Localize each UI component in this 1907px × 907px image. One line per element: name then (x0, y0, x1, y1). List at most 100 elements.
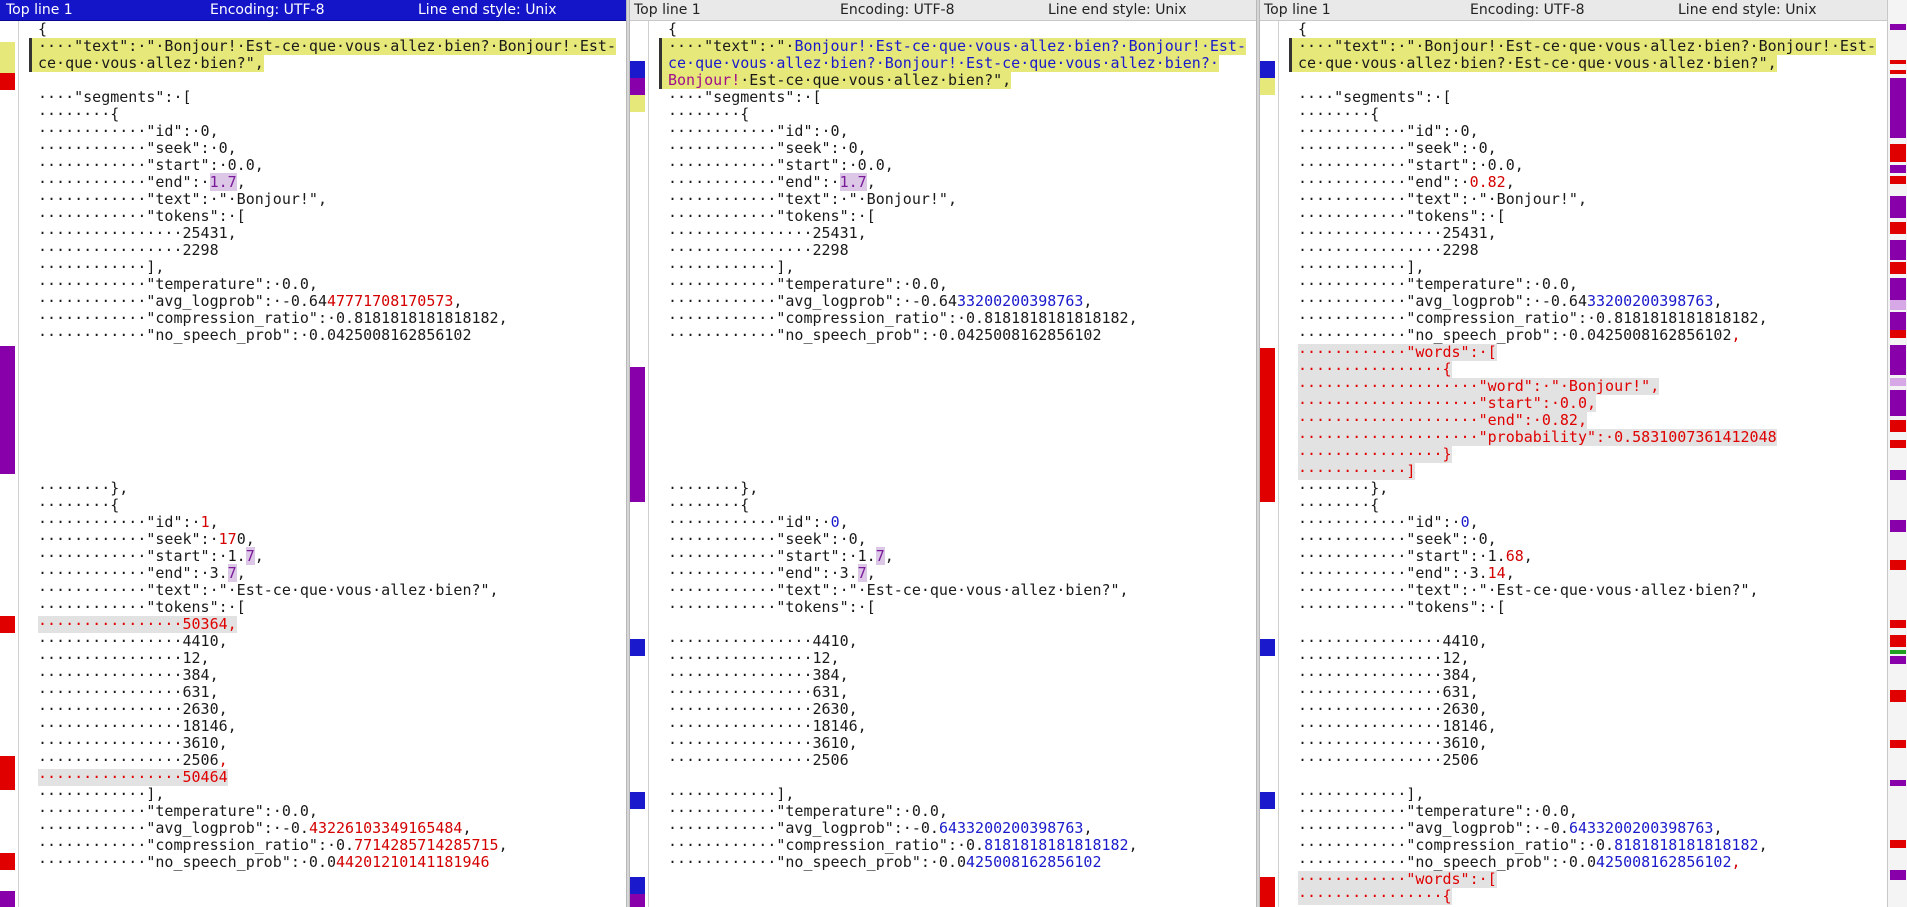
code-line: ················12, (38, 649, 210, 667)
code-line: ················25431, (1298, 224, 1497, 242)
diff-value: 47771708170573 (326, 292, 454, 310)
pane-3-code[interactable]: { ····"text":·"·Bonjour!·Est-ce·que·vous… (1282, 21, 1887, 907)
moved-value: 1.7 (209, 173, 237, 191)
code-line: ················18146, (1298, 717, 1497, 735)
overview-marker (1890, 345, 1906, 375)
pane-1-gutter[interactable] (0, 21, 18, 907)
overview-marker (1890, 520, 1906, 532)
overview-marker (1890, 390, 1906, 416)
code-text: , (236, 564, 246, 582)
code-line: ············"no_speech_prob":·0.04250081… (1298, 327, 1741, 344)
diff-value: 0 (1460, 513, 1470, 531)
code-line: ············"words":·[ (1298, 870, 1497, 888)
code-text: , (1505, 564, 1515, 582)
code-line: ················3610, (668, 734, 858, 752)
overview-marker (1890, 420, 1906, 432)
gutter-changed-marker (0, 42, 15, 76)
code-line: ············], (668, 785, 795, 803)
code-line: ················384, (1298, 666, 1479, 684)
code-line: ············"start":·1.68, (1298, 548, 1533, 565)
code-line: ············], (1298, 258, 1425, 276)
overview-marker (1890, 656, 1906, 664)
location-overview-bar[interactable] (1887, 0, 1907, 907)
line-end-indicator: Line end style: Unix (418, 2, 557, 18)
code-line: ············"id":·0, (1298, 122, 1479, 140)
code-line: ············"tokens":·[ (38, 207, 246, 225)
code-line: ············"id":·0, (38, 122, 219, 140)
code-text: ············"id":· (668, 513, 831, 531)
overview-marker (1890, 780, 1906, 786)
code-line: ············"compression_ratio":·0.81818… (668, 837, 1138, 854)
code-line: ············"end":·1.7, (668, 173, 876, 191)
code-line: ····"text":·"·Bonjour!·Est-ce·que·vous·a… (659, 38, 1246, 55)
code-text: ············"start":·1. (1298, 547, 1506, 565)
diff-pane-3[interactable]: Top line 1 Encoding: UTF-8 Line end styl… (1260, 0, 1887, 907)
code-text: , (1083, 292, 1093, 310)
code-line: ············], (1298, 785, 1425, 803)
overview-marker (1890, 378, 1906, 386)
code-line: ················2630, (668, 700, 858, 718)
code-line: ············"seek":·0, (1298, 530, 1497, 548)
code-text: ············"avg_logprob":·-0.64 (1298, 292, 1587, 310)
diff-value: 8181818181818182 (1614, 836, 1759, 854)
code-line: ················50464 (38, 768, 228, 786)
code-line: ············"start":·0.0, (1298, 156, 1524, 174)
moved-value: 7 (245, 547, 255, 565)
overview-marker (1890, 470, 1906, 480)
code-text: ············"start":·1. (668, 547, 876, 565)
diff-value: 1 (200, 513, 210, 531)
diff-value: , (218, 751, 228, 769)
code-text: , (462, 819, 472, 837)
gutter-diff-marker (0, 616, 15, 633)
overview-marker (1890, 840, 1906, 848)
diff-pane-2[interactable]: Top line 1 Encoding: UTF-8 Line end styl… (630, 0, 1256, 907)
code-text: ············"end":· (668, 173, 840, 191)
code-text: , (1083, 819, 1093, 837)
code-text: , (236, 173, 246, 191)
pane-2-code[interactable]: { ····"text":·"·Bonjour!·Est-ce·que·vous… (652, 21, 1256, 907)
diff-value: 7714285714285715 (354, 836, 499, 854)
code-text: ············"end":· (1298, 173, 1470, 191)
code-line: ················384, (668, 666, 849, 684)
pane-1-code[interactable]: { ····"text":·"·Bonjour!·Est-ce·que·vous… (22, 21, 626, 907)
overview-marker (1890, 240, 1906, 260)
code-line: ················4410, (38, 632, 228, 650)
code-line: ········{ (38, 496, 120, 514)
code-line: ········{ (1298, 496, 1380, 514)
code-text: ············"avg_logprob":·-0.64 (668, 292, 957, 310)
code-line: ············"start":·1.7, (38, 547, 264, 565)
code-text: ············"no_speech_prob":·0.0 (668, 853, 967, 871)
diff-value: 33200200398763 (956, 292, 1084, 310)
code-text: ············"compression_ratio":·0. (1298, 836, 1615, 854)
code-line: ············"temperature":·0.0, (38, 275, 318, 293)
diff-value: 425008162856102 (1596, 853, 1732, 871)
code-line: ········{ (668, 105, 750, 123)
code-text: ············"compression_ratio":·0. (668, 836, 985, 854)
code-line: ············"id":·1, (38, 514, 219, 531)
gutter-moved-marker (630, 367, 645, 502)
pane-2-gutter[interactable] (630, 21, 648, 907)
code-line: ················4410, (1298, 632, 1488, 650)
code-line: ····················"start":·0.0, (1298, 394, 1597, 412)
code-line: ················2298 (1298, 241, 1479, 259)
code-line: ············"id":·0, (668, 514, 849, 531)
code-line: ····"text":·"·Bonjour!·Est-ce·que·vous·a… (1289, 38, 1876, 55)
code-line: ················4410, (668, 632, 858, 650)
code-line: ············"end":·3.14, (1298, 565, 1515, 582)
code-line: ············"tokens":·[ (1298, 207, 1506, 225)
diff-value: 6433200200398763 (938, 819, 1084, 837)
code-text: , (866, 173, 876, 191)
overview-marker (1890, 300, 1906, 310)
code-line: ············"tokens":·[ (668, 207, 876, 225)
diff-pane-1[interactable]: Top line 1 Encoding: UTF-8 Line end styl… (0, 0, 626, 907)
encoding-indicator: Encoding: UTF-8 (210, 2, 325, 18)
code-line: ············"temperature":·0.0, (1298, 802, 1578, 820)
code-text: , (453, 292, 463, 310)
code-line: ················2630, (1298, 700, 1488, 718)
code-text: ············"end":·3. (1298, 564, 1488, 582)
gutter-diff-marker (1260, 792, 1275, 809)
overview-marker (1890, 24, 1906, 30)
pane-3-gutter[interactable] (1260, 21, 1278, 907)
diff-value: 17 (218, 530, 237, 548)
code-text: ············"avg_logprob":·-0. (668, 819, 939, 837)
